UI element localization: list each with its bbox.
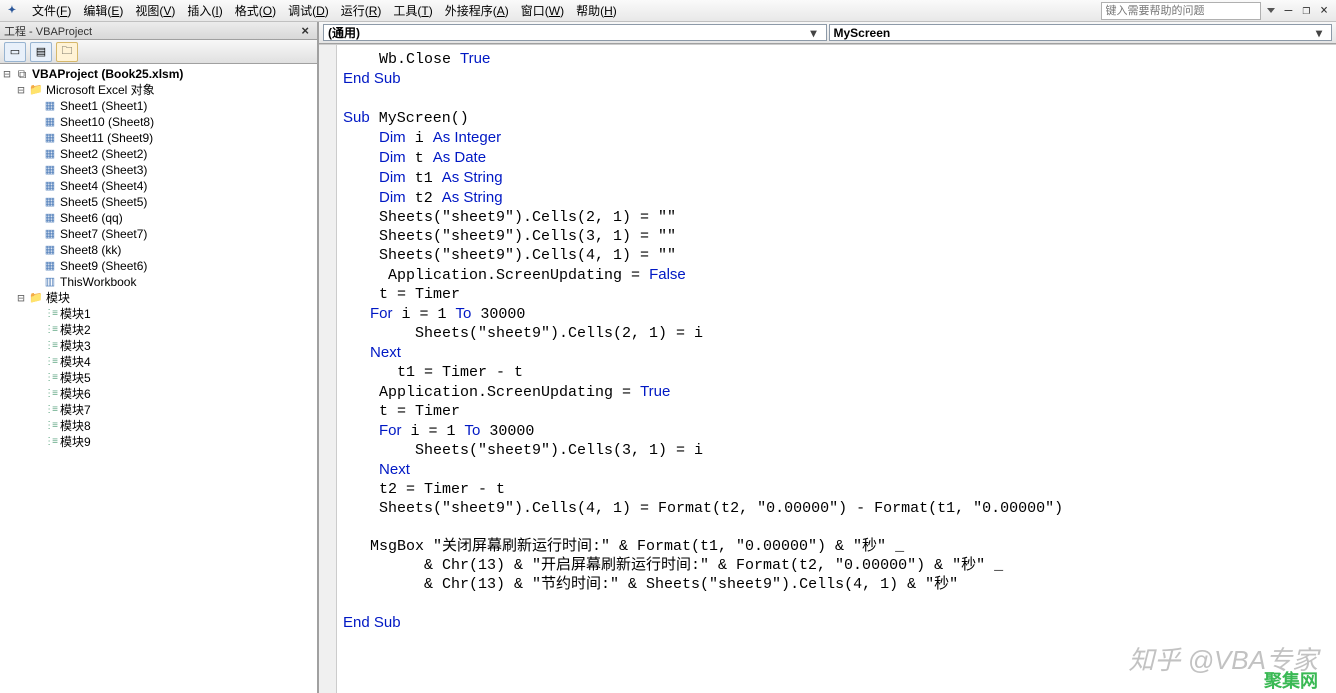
project-explorer: 工程 - VBAProject × ▭ ▤ 🗀 ⊟VBAProject (Boo… [0, 22, 318, 693]
tree-module-node[interactable]: 模块9 [0, 434, 317, 450]
tree-module-node[interactable]: 模块5 [0, 370, 317, 386]
menu-item[interactable]: 编辑(E) [77, 2, 129, 20]
menu-item[interactable]: 文件(F) [26, 2, 77, 20]
tree-folder-modules[interactable]: ⊟模块 [0, 290, 317, 306]
chevron-down-icon: ▾ [1311, 26, 1327, 40]
tree-sheet-node[interactable]: Sheet6 (qq) [0, 210, 317, 226]
code-pane: (通用) ▾ MyScreen ▾ Wb.Close True End Sub … [318, 22, 1336, 693]
tree-module-node[interactable]: 模块1 [0, 306, 317, 322]
code-text[interactable]: Wb.Close True End Sub Sub MyScreen() Dim… [343, 45, 1336, 633]
procedure-dropdown-value: MyScreen [834, 26, 891, 40]
menu-item[interactable]: 帮助(H) [570, 2, 623, 20]
code-editor[interactable]: Wb.Close True End Sub Sub MyScreen() Dim… [319, 44, 1336, 693]
menu-item[interactable]: 外接程序(A) [439, 2, 515, 20]
toggle-folders-icon[interactable]: 🗀 [56, 42, 78, 62]
tree-sheet-node[interactable]: Sheet1 (Sheet1) [0, 98, 317, 114]
object-dropdown-value: (通用) [328, 24, 360, 41]
code-margin [319, 45, 337, 693]
excel-icon: ✦ [4, 3, 20, 19]
tree-module-node[interactable]: 模块8 [0, 418, 317, 434]
tree-project-node[interactable]: ⊟VBAProject (Book25.xlsm) [0, 66, 317, 82]
close-button[interactable]: × [1316, 3, 1332, 18]
tree-sheet-node[interactable]: Sheet10 (Sheet8) [0, 114, 317, 130]
project-explorer-title: 工程 - VBAProject [4, 23, 92, 39]
menu-item[interactable]: 工具(T) [387, 2, 438, 20]
object-dropdown[interactable]: (通用) ▾ [323, 24, 827, 41]
tree-module-node[interactable]: 模块4 [0, 354, 317, 370]
tree-sheet-node[interactable]: Sheet8 (kk) [0, 242, 317, 258]
project-explorer-title-bar: 工程 - VBAProject × [0, 22, 317, 40]
view-object-icon[interactable]: ▤ [30, 42, 52, 62]
tree-module-node[interactable]: 模块7 [0, 402, 317, 418]
help-dropdown-caret[interactable] [1267, 8, 1275, 13]
project-explorer-close-button[interactable]: × [297, 23, 313, 38]
procedure-dropdown[interactable]: MyScreen ▾ [829, 24, 1333, 41]
view-code-icon[interactable]: ▭ [4, 42, 26, 62]
restore-button[interactable]: ❐ [1298, 3, 1314, 18]
tree-sheet-node[interactable]: Sheet7 (Sheet7) [0, 226, 317, 242]
help-search-input[interactable] [1101, 2, 1261, 20]
menu-item[interactable]: 插入(I) [181, 2, 228, 20]
project-explorer-toolbar: ▭ ▤ 🗀 [0, 40, 317, 64]
tree-sheet-node[interactable]: Sheet5 (Sheet5) [0, 194, 317, 210]
menu-item[interactable]: 视图(V) [129, 2, 181, 20]
menu-item[interactable]: 格式(O) [229, 2, 282, 20]
tree-sheet-node[interactable]: Sheet3 (Sheet3) [0, 162, 317, 178]
tree-module-node[interactable]: 模块2 [0, 322, 317, 338]
menu-item[interactable]: 窗口(W) [515, 2, 570, 20]
minimize-button[interactable]: – [1281, 3, 1297, 18]
tree-module-node[interactable]: 模块3 [0, 338, 317, 354]
project-tree[interactable]: ⊟VBAProject (Book25.xlsm)⊟Microsoft Exce… [0, 64, 317, 693]
chevron-down-icon: ▾ [806, 26, 822, 40]
tree-sheet-node[interactable]: Sheet11 (Sheet9) [0, 130, 317, 146]
menu-bar: ✦ 文件(F)编辑(E)视图(V)插入(I)格式(O)调试(D)运行(R)工具(… [0, 0, 1336, 22]
tree-module-node[interactable]: 模块6 [0, 386, 317, 402]
tree-sheet-node[interactable]: Sheet9 (Sheet6) [0, 258, 317, 274]
tree-folder-excel-objects[interactable]: ⊟Microsoft Excel 对象 [0, 82, 317, 98]
code-dropdowns: (通用) ▾ MyScreen ▾ [319, 22, 1336, 44]
tree-sheet-node[interactable]: Sheet4 (Sheet4) [0, 178, 317, 194]
tree-thisworkbook-node[interactable]: ThisWorkbook [0, 274, 317, 290]
menu-item[interactable]: 调试(D) [282, 2, 335, 20]
menu-item[interactable]: 运行(R) [335, 2, 388, 20]
tree-sheet-node[interactable]: Sheet2 (Sheet2) [0, 146, 317, 162]
